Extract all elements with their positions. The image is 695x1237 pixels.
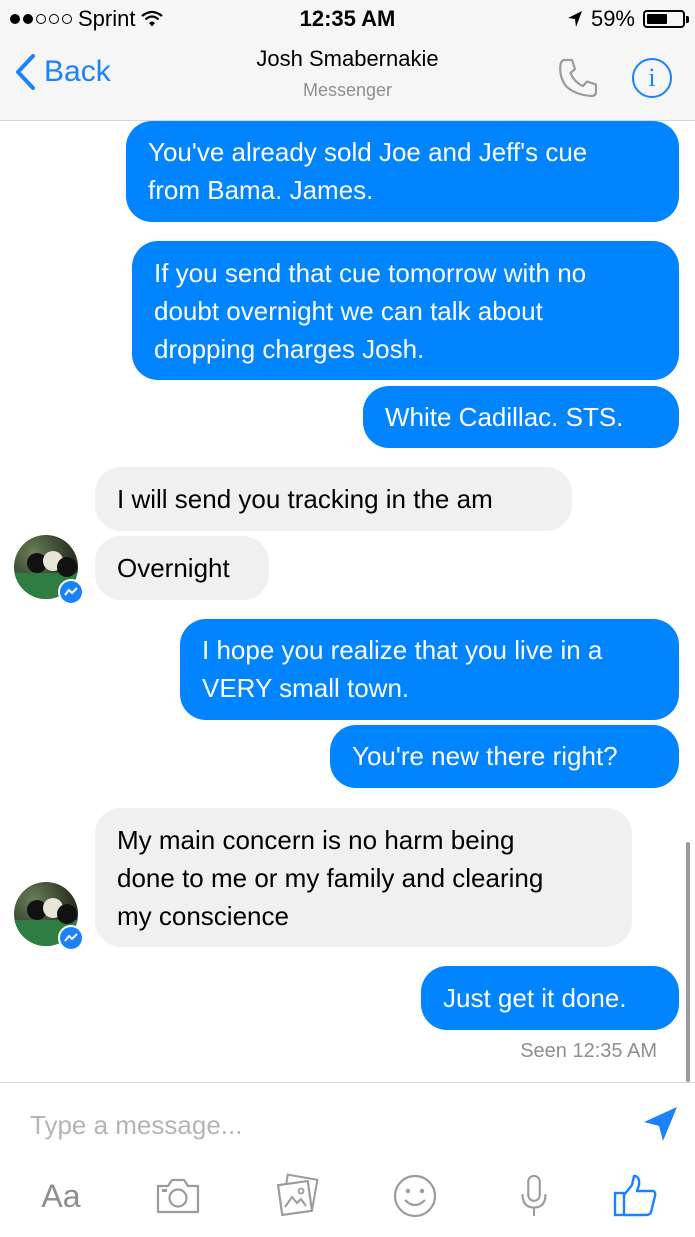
info-icon[interactable]: i xyxy=(632,58,672,98)
location-arrow-icon xyxy=(567,11,582,27)
text-format-icon[interactable]: Aa xyxy=(36,1173,86,1219)
scroll-indicator[interactable] xyxy=(686,842,690,1082)
battery-icon xyxy=(643,10,689,28)
message-bubble-outgoing[interactable]: White Cadillac. STS. xyxy=(363,386,679,448)
message-bubble-incoming[interactable]: Overnight xyxy=(95,536,269,600)
message-bubble-outgoing[interactable]: If you send that cue tomorrow with no do… xyxy=(132,241,679,380)
message-bubble-outgoing[interactable]: Just get it done. xyxy=(421,966,679,1030)
message-input[interactable] xyxy=(30,1105,610,1145)
message-bubble-outgoing[interactable]: I hope you realize that you live in a VE… xyxy=(180,619,679,720)
seen-status: Seen 12:35 AM xyxy=(520,1040,657,1062)
message-bubble-outgoing[interactable]: You're new there right? xyxy=(330,725,679,788)
photo-gallery-icon[interactable] xyxy=(274,1173,322,1219)
send-icon[interactable] xyxy=(642,1105,680,1143)
phone-icon[interactable] xyxy=(556,56,600,100)
messenger-badge-icon xyxy=(58,579,84,605)
status-right: 59% xyxy=(567,6,689,32)
status-bar: Sprint 12:35 AM 59% xyxy=(0,0,695,38)
message-bubble-incoming[interactable]: My main concern is no harm being done to… xyxy=(95,808,632,947)
conversation-header: Back Josh Smabernakie Messenger i xyxy=(0,38,695,121)
camera-icon[interactable] xyxy=(154,1173,202,1219)
message-bubble-outgoing[interactable]: You've already sold Joe and Jeff's cue f… xyxy=(126,121,679,222)
microphone-icon[interactable] xyxy=(518,1173,550,1219)
thumbs-up-icon[interactable] xyxy=(612,1173,658,1219)
emoji-icon[interactable] xyxy=(392,1173,438,1219)
message-bubble-incoming[interactable]: I will send you tracking in the am xyxy=(95,467,572,531)
battery-percent: 59% xyxy=(590,6,635,31)
messenger-badge-icon xyxy=(58,925,84,951)
message-composer: Aa xyxy=(0,1082,695,1237)
